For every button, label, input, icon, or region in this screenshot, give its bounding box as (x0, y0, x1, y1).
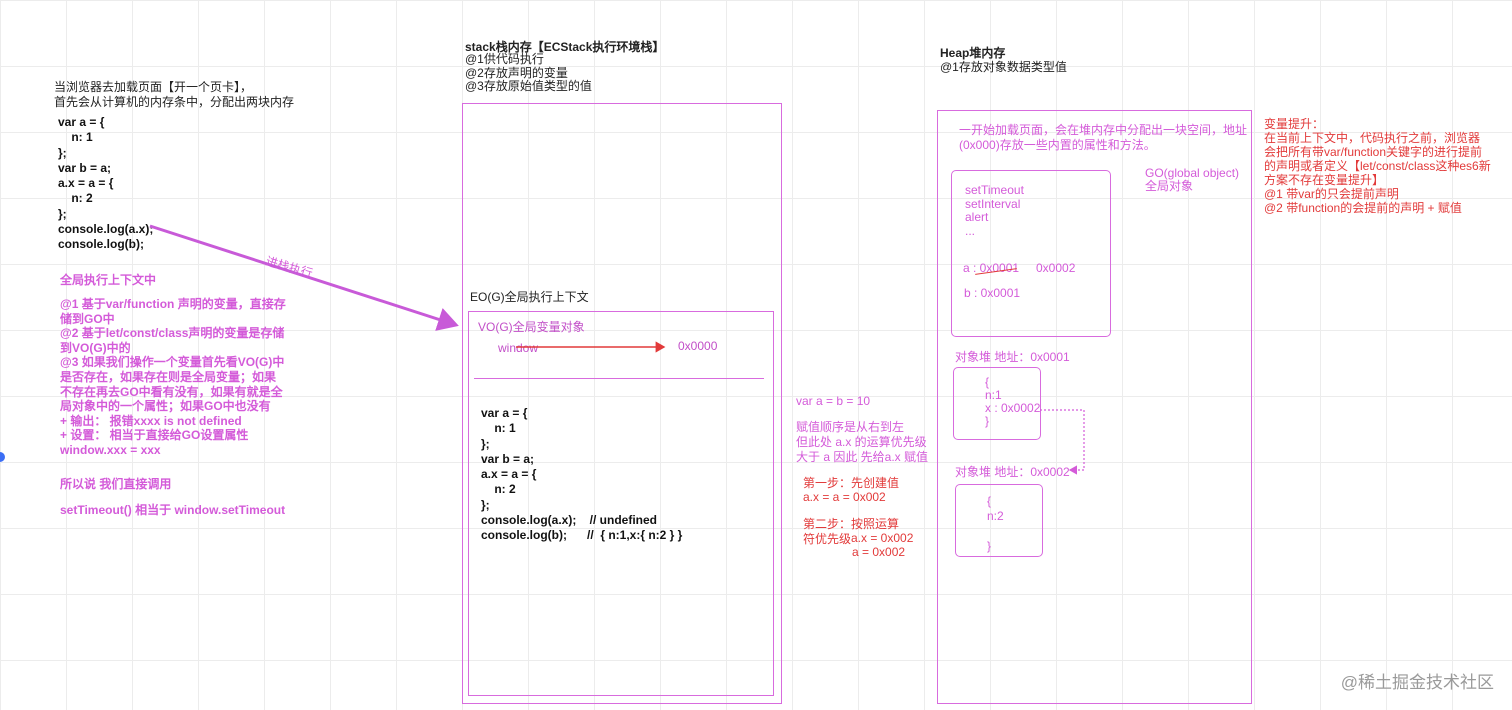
intro-text: 当浏览器去加载页面【开一个页卡】， 首先会从计算机的内存条中，分配出两块内存 (54, 80, 295, 109)
source-code: var a = { n: 1 }; var b = a; a.x = a = {… (58, 115, 154, 252)
stack-desc: @1供代码执行 @2存放声明的变量 @3存放原始值类型的值 (465, 52, 592, 93)
gec-notes: @1 基于var/function 声明的变量，直接存 储到GO中 @2 基于l… (60, 297, 286, 457)
ec-label: EO(G)全局执行上下文 (470, 290, 589, 304)
gec-title: 全局执行上下文中 (60, 273, 157, 287)
go-prop-b: b : 0x0001 (964, 286, 1021, 300)
heap-desc: @1存放对象数据类型值 (940, 60, 1067, 74)
vo-divider (474, 378, 764, 379)
go-prop-a-new: 0x0002 (1036, 261, 1076, 275)
window-addr: 0x0000 (678, 339, 718, 353)
heap-title: Heap堆内存 (940, 46, 1006, 60)
obj1-title: 对象堆 地址：0x0001 (955, 350, 1070, 364)
obj2-title: 对象堆 地址：0x0002 (955, 465, 1070, 479)
obj2-body: { n:2 } (987, 494, 1004, 553)
step2-code2: a = 0x002 (852, 545, 906, 559)
obj1-body: { n:1 x : 0x0002 } (985, 375, 1041, 428)
settimeout-note: setTimeout() 相当于 window.setTimeout (60, 503, 286, 517)
summary-text: 所以说 我们直接调用 (60, 477, 172, 491)
hoisting-title: 变量提升： (1264, 117, 1325, 131)
step2-code1: a.x = 0x002 (851, 531, 914, 545)
go-label: GO(global object) 全局对象 (1145, 166, 1240, 193)
vo-label: VO(G)全局变量对象 (478, 320, 585, 334)
chain-expr: var a = b = 10 (796, 394, 871, 408)
order-note: 赋值顺序是从右到左 但此处 a.x 的运算优先级 大于 a 因此 先给a.x 赋… (796, 420, 929, 464)
watermark: @稀土掘金技术社区 (1340, 673, 1494, 692)
step1-code: a.x = a = 0x002 (803, 490, 886, 504)
arrow-label: 进栈执行 (264, 254, 315, 281)
step1-title: 第一步：先创建值 (803, 476, 900, 490)
edge-handle[interactable] (0, 452, 5, 462)
stack-code: var a = { n: 1 }; var b = a; a.x = a = {… (481, 406, 683, 543)
window-label: window (498, 341, 539, 355)
go-props: setTimeout setInterval alert ... (965, 183, 1024, 238)
heap-intro: 一开始加载页面，会在堆内存中分配出一块空间，地址 (0x000)存放一些内置的属… (959, 123, 1248, 152)
hoisting-body: 在当前上下文中，代码执行之前，浏览器 会把所有带var/function关键字的… (1264, 131, 1491, 215)
